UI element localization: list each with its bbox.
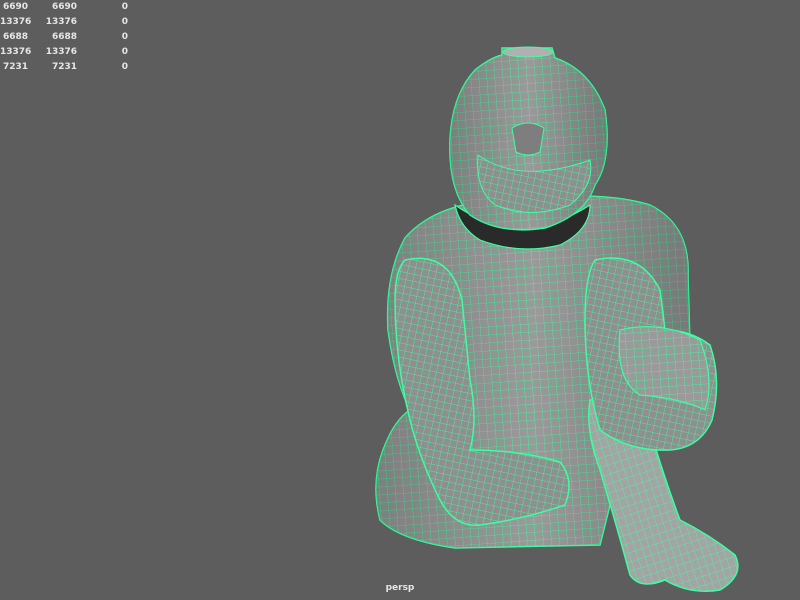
hud-value: 0: [121, 62, 128, 72]
poly-count-hud: 6690 6690 0 13376 13376 0 6688 6688 0 13…: [0, 0, 140, 75]
hud-value: 7231: [2, 62, 28, 72]
camera-name-label: persp: [385, 583, 415, 593]
hud-value: 6688: [2, 32, 28, 42]
mesh-head: [449, 46, 608, 231]
perspective-viewport[interactable]: 6690 6690 0 13376 13376 0 6688 6688 0 13…: [0, 0, 800, 600]
hud-value: 6688: [51, 32, 77, 42]
hud-row-tris: 13376 13376 0: [0, 45, 140, 60]
hud-row-verts: 6690 6690 0: [0, 0, 140, 15]
hud-value: 0: [121, 2, 128, 12]
hud-row-edges: 13376 13376 0: [0, 15, 140, 30]
mesh-wireframe[interactable]: [0, 0, 800, 600]
hud-value: 7231: [51, 62, 77, 72]
hud-value: 0: [121, 47, 128, 57]
mesh-right-arm: [584, 257, 718, 451]
hud-value: 13376: [45, 17, 77, 27]
hud-value: 13376: [0, 47, 32, 57]
hud-value: 6690: [51, 2, 77, 12]
hud-value: 13376: [0, 17, 32, 27]
hud-value: 6690: [2, 2, 28, 12]
hud-row-faces: 6688 6688 0: [0, 30, 140, 45]
hud-value: 13376: [45, 47, 77, 57]
hud-row-uvs: 7231 7231 0: [0, 60, 140, 75]
hud-value: 0: [121, 17, 128, 27]
hud-value: 0: [121, 32, 128, 42]
